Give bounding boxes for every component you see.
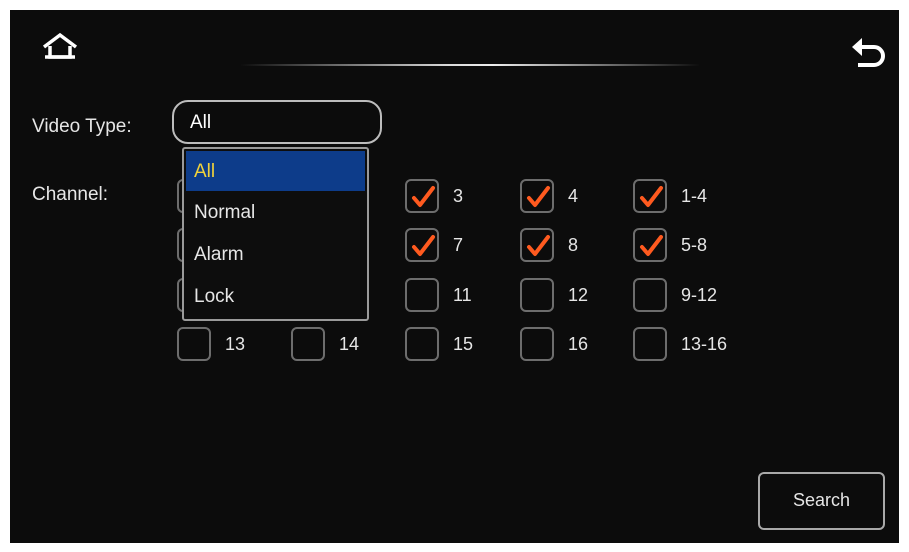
channel-checkbox[interactable] bbox=[405, 179, 439, 213]
search-button[interactable]: Search bbox=[758, 472, 885, 530]
return-arrow-icon bbox=[852, 38, 885, 67]
channel-checkbox[interactable] bbox=[633, 278, 667, 312]
channel-checkbox[interactable] bbox=[405, 228, 439, 262]
channel-checkbox[interactable] bbox=[177, 327, 211, 361]
checkmark-icon bbox=[527, 235, 550, 256]
checkmark-icon bbox=[640, 186, 663, 207]
channel-checkbox[interactable] bbox=[520, 327, 554, 361]
channel-label-text: 1-4 bbox=[681, 186, 708, 206]
channel-label-text: 8 bbox=[568, 235, 579, 255]
channel-checkbox[interactable] bbox=[520, 179, 554, 213]
header-divider bbox=[240, 64, 700, 66]
checkmark-icon bbox=[527, 186, 550, 207]
channel-checkbox[interactable] bbox=[520, 278, 554, 312]
channel-checkbox[interactable] bbox=[633, 179, 667, 213]
video-type-value: All bbox=[190, 112, 212, 133]
channel-checkbox[interactable] bbox=[405, 327, 439, 361]
channel-label-text: 7 bbox=[453, 235, 464, 255]
channel-label-text: 14 bbox=[339, 334, 360, 354]
channel-label-text: 11 bbox=[453, 285, 472, 305]
channel-label: Channel: bbox=[32, 184, 109, 205]
video-type-option[interactable]: Lock bbox=[184, 275, 367, 317]
channel-label-text: 9-12 bbox=[681, 285, 718, 305]
channel-label-text: 5-8 bbox=[681, 235, 708, 255]
video-type-option[interactable]: Normal bbox=[184, 191, 367, 233]
video-type-option[interactable]: Alarm bbox=[184, 233, 367, 275]
channel-checkbox[interactable] bbox=[633, 327, 667, 361]
video-type-option[interactable]: All bbox=[186, 151, 365, 191]
playback-search-screen: Video Type: All Channel: 12341-456785-89… bbox=[10, 10, 899, 543]
channel-checkbox[interactable] bbox=[291, 327, 325, 361]
home-button[interactable] bbox=[40, 32, 84, 66]
checkmark-icon bbox=[412, 186, 435, 207]
channel-label-text: 13 bbox=[225, 334, 246, 354]
channel-checkbox[interactable] bbox=[405, 278, 439, 312]
channel-label-text: 4 bbox=[568, 186, 579, 206]
channel-checkbox[interactable] bbox=[633, 228, 667, 262]
channel-label-text: 15 bbox=[453, 334, 474, 354]
video-type-dropdown: All Normal Alarm Lock bbox=[182, 147, 369, 321]
channel-label-text: 13-16 bbox=[681, 334, 728, 354]
channel-checkbox[interactable] bbox=[520, 228, 554, 262]
checkmark-icon bbox=[412, 235, 435, 256]
channel-label-text: 16 bbox=[568, 334, 589, 354]
back-button[interactable] bbox=[848, 34, 890, 72]
home-icon bbox=[42, 32, 78, 59]
checkmark-icon bbox=[640, 235, 663, 256]
video-type-select[interactable]: All bbox=[172, 100, 382, 144]
video-type-label: Video Type: bbox=[32, 116, 132, 137]
channel-label-text: 3 bbox=[453, 186, 464, 206]
channel-label-text: 12 bbox=[568, 285, 589, 305]
